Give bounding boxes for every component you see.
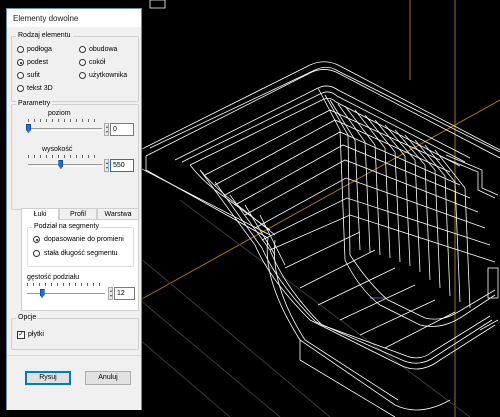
radio-sufit[interactable] xyxy=(17,72,24,79)
radio-podest[interactable] xyxy=(17,59,24,66)
segments-legend: Podział na segmenty xyxy=(32,223,101,231)
wysokosc-track xyxy=(28,164,102,167)
radio-stala-dlugosc[interactable] xyxy=(33,250,40,257)
radio-tekst-3d[interactable] xyxy=(17,85,24,92)
density-slider-thumb[interactable] xyxy=(39,289,45,298)
segments-group: Podział na segmenty dopasowanie do promi… xyxy=(27,223,134,267)
options-legend: Opcje xyxy=(16,314,39,322)
poziom-ticks xyxy=(28,119,100,122)
radio-uzytkownika[interactable] xyxy=(79,72,86,79)
options-group: Opcje ✓ płytki xyxy=(11,314,139,350)
button-bar: Rysuj Anuluj xyxy=(7,355,141,410)
radio-uzytkownika-label: użytkownika xyxy=(89,72,128,79)
dialog-title: Elementy dowolne xyxy=(13,14,79,23)
poziom-spin-button[interactable] xyxy=(104,123,109,136)
params-legend: Parametry xyxy=(16,100,53,108)
wysokosc-input[interactable]: 550 xyxy=(110,159,134,172)
density-ticks xyxy=(27,283,103,286)
tab-warstwa[interactable]: Warstwa xyxy=(97,208,139,219)
tab-luki[interactable]: Łuki xyxy=(21,208,59,220)
radio-podloga-label: podłoga xyxy=(27,46,52,53)
poziom-track xyxy=(28,128,102,131)
density-input[interactable]: 12 xyxy=(114,287,135,300)
radio-dopasowanie[interactable] xyxy=(33,236,40,243)
radio-stala-dlugosc-label: stała długość segmentu xyxy=(44,250,118,257)
radio-podloga[interactable] xyxy=(17,46,24,53)
density-spin-button[interactable] xyxy=(108,287,113,300)
tab-panel-luki: Podział na segmenty dopasowanie do promi… xyxy=(21,219,139,311)
tab-profil[interactable]: Profil xyxy=(59,208,97,219)
density-label: gęstość podziału xyxy=(27,274,80,281)
density-track xyxy=(27,293,105,296)
plytki-label: płytki xyxy=(28,331,44,338)
dialog-titlebar[interactable]: Elementy dowolne xyxy=(7,9,141,27)
poziom-label: poziom xyxy=(48,110,71,117)
wysokosc-spin-button[interactable] xyxy=(104,159,109,172)
radio-obudowa[interactable] xyxy=(79,46,86,53)
radio-cokol[interactable] xyxy=(79,59,86,66)
radio-cokol-label: cokół xyxy=(89,59,106,66)
wysokosc-label: wysokość xyxy=(42,146,73,153)
elementy-dowolne-dialog: Elementy dowolne Rodzaj elementu podłoga… xyxy=(6,8,142,410)
poziom-input[interactable]: 0 xyxy=(110,123,134,136)
poziom-slider-thumb[interactable] xyxy=(26,124,31,133)
radio-obudowa-label: obudowa xyxy=(89,46,118,53)
radio-podest-label: podest xyxy=(27,59,49,66)
element-type-group: Rodzaj elementu podłoga obudowa podest c… xyxy=(11,32,139,102)
anuluj-button[interactable]: Anuluj xyxy=(85,371,131,385)
radio-dopasowanie-label: dopasowanie do promieni xyxy=(44,236,124,243)
radio-sufit-label: sufit xyxy=(27,72,40,79)
params-group: Parametry poziom 0 wysokość 550 xyxy=(11,100,139,210)
wysokosc-ticks xyxy=(28,155,100,158)
plytki-checkbox[interactable]: ✓ xyxy=(17,331,25,339)
element-type-legend: Rodzaj elementu xyxy=(16,32,73,40)
rysuj-button[interactable]: Rysuj xyxy=(25,371,71,385)
wysokosc-slider-thumb[interactable] xyxy=(58,160,64,169)
radio-tekst-3d-label: tekst 3D xyxy=(27,85,53,92)
